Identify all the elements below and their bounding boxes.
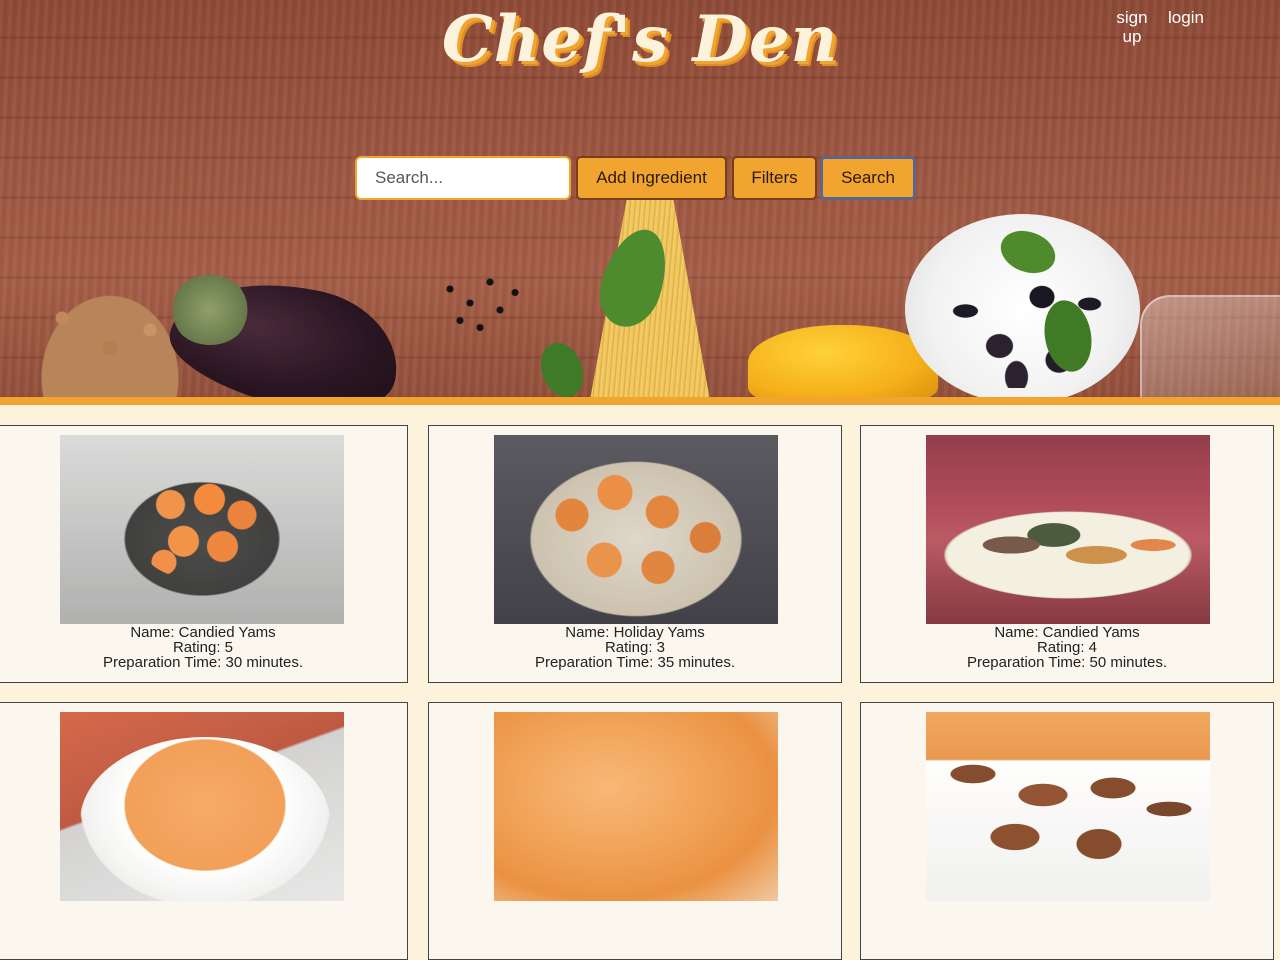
search-input[interactable] xyxy=(355,156,571,200)
recipe-image[interactable] xyxy=(926,435,1210,624)
recipe-rating: Rating: 4 xyxy=(1036,639,1098,656)
recipe-image[interactable] xyxy=(60,435,344,624)
sign-up-link[interactable]: sign up xyxy=(1112,8,1152,46)
hero-banner: Chef's Den sign up login Add Ingredient … xyxy=(0,0,1280,397)
basil-leaf-image xyxy=(533,336,591,397)
recipe-card[interactable]: Name: Holiday Yams Rating: 3 Preparation… xyxy=(428,425,842,683)
login-link[interactable]: login xyxy=(1163,8,1209,27)
recipe-image[interactable] xyxy=(60,712,344,901)
header-accent-bar xyxy=(0,397,1280,405)
search-button[interactable]: Search xyxy=(820,156,916,200)
recipe-card[interactable] xyxy=(0,702,408,960)
recipe-prep-time: Preparation Time: 30 minutes. xyxy=(102,654,304,671)
recipe-prep-time: Preparation Time: 35 minutes. xyxy=(534,654,736,671)
filters-button[interactable]: Filters xyxy=(732,156,817,200)
recipe-image[interactable] xyxy=(494,712,778,901)
recipe-card[interactable]: Name: Candied Yams Rating: 4 Preparation… xyxy=(860,425,1274,683)
recipe-card[interactable] xyxy=(428,702,842,960)
recipe-card[interactable]: Name: Candied Yams Rating: 5 Preparation… xyxy=(0,425,408,683)
recipe-prep-time: Preparation Time: 50 minutes. xyxy=(966,654,1168,671)
eggplant-cap-image xyxy=(170,275,250,345)
recipe-info: Name: Holiday Yams Rating: 3 Preparation… xyxy=(429,625,841,670)
recipe-rating: Rating: 3 xyxy=(604,639,666,656)
add-ingredient-button[interactable]: Add Ingredient xyxy=(576,156,727,200)
recipe-image[interactable] xyxy=(926,712,1210,901)
recipe-info: Name: Candied Yams Rating: 5 Preparation… xyxy=(0,625,407,670)
recipe-name: Name: Candied Yams xyxy=(994,624,1140,641)
pasta-jar-image xyxy=(1140,295,1280,397)
recipe-info: Name: Candied Yams Rating: 4 Preparation… xyxy=(861,625,1273,670)
recipe-card[interactable] xyxy=(860,702,1274,960)
recipe-rating: Rating: 5 xyxy=(172,639,234,656)
site-logo[interactable]: Chef's Den xyxy=(0,2,1280,77)
peppercorns-image xyxy=(430,268,530,338)
recipe-image[interactable] xyxy=(494,435,778,624)
recipe-name: Name: Holiday Yams xyxy=(565,624,705,641)
recipe-name: Name: Candied Yams xyxy=(130,624,276,641)
pasta-image xyxy=(30,282,190,397)
